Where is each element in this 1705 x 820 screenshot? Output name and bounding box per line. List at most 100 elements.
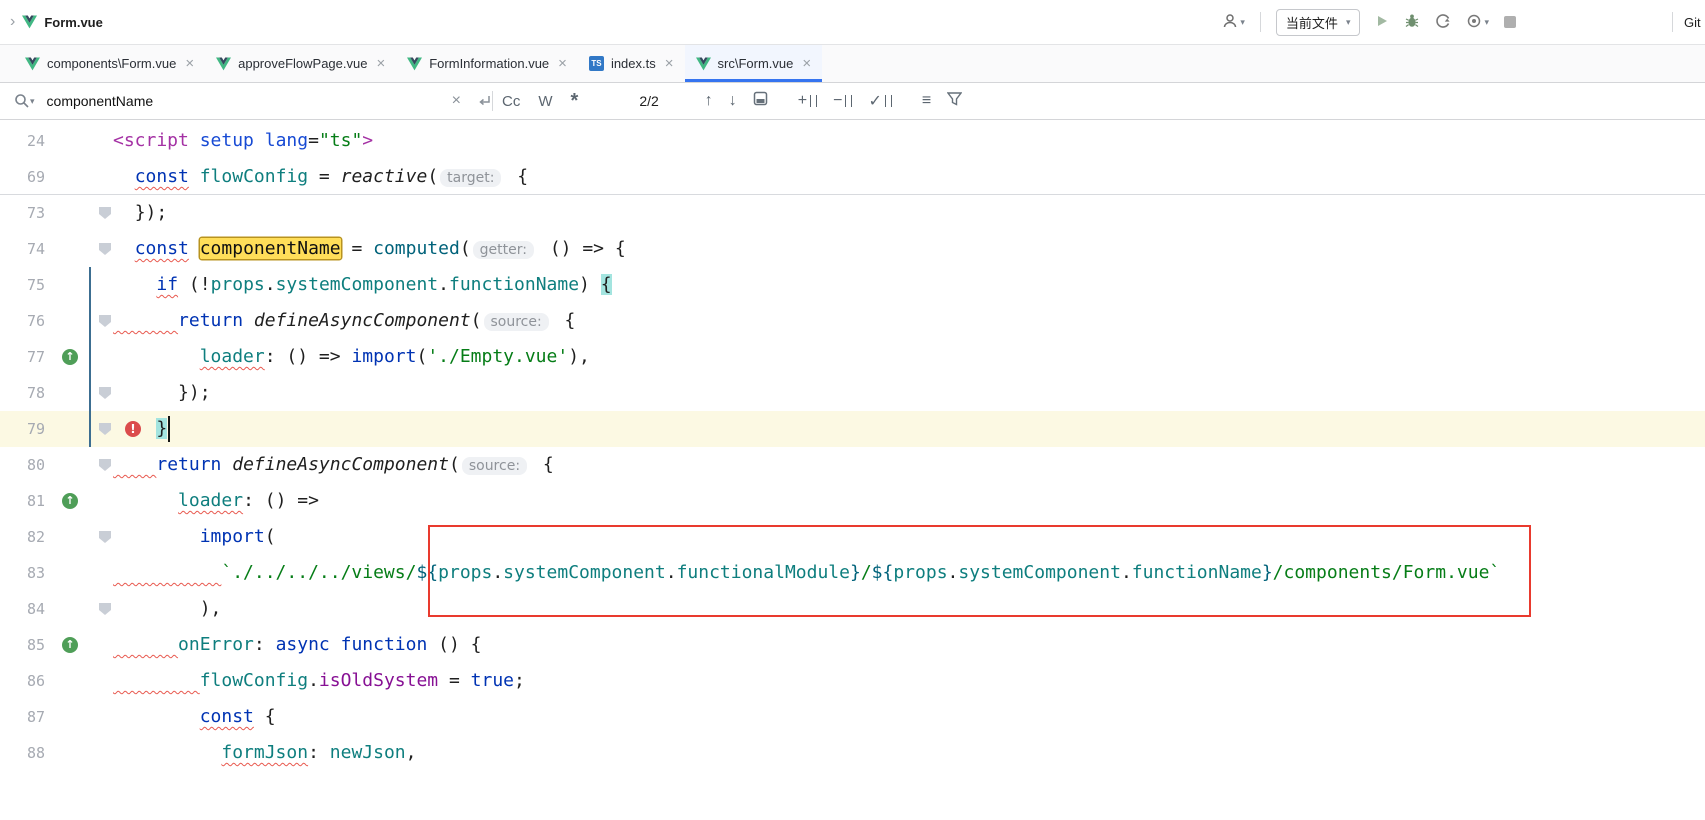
tab-forminformation-vue[interactable]: FormInformation.vue× bbox=[396, 45, 578, 82]
code-line-87[interactable]: 87 const { bbox=[0, 699, 1705, 735]
code-line-78[interactable]: 78 }); bbox=[0, 375, 1705, 411]
fold-marker-icon[interactable] bbox=[99, 423, 111, 435]
newline-icon[interactable] bbox=[477, 94, 492, 108]
line-number: 81 bbox=[0, 483, 45, 519]
inlay-hint: source: bbox=[484, 313, 549, 331]
code-line-82[interactable]: 82 import( bbox=[0, 519, 1705, 555]
title-bar: › Form.vue ▾ 当前文件 ▾ bbox=[0, 0, 1705, 45]
funnel-icon bbox=[947, 92, 962, 111]
git-widget[interactable]: Git bbox=[1684, 0, 1701, 45]
line-number: 73 bbox=[0, 195, 45, 231]
code-line-24[interactable]: 24<script setup lang="ts"> bbox=[0, 123, 1705, 159]
code-line-69[interactable]: 69 const flowConfig = reactive(target: { bbox=[0, 159, 1705, 195]
whole-words-toggle[interactable]: W bbox=[538, 93, 552, 110]
run-button[interactable] bbox=[1375, 14, 1389, 31]
code-line-77[interactable]: 77↑ loader: () => import('./Empty.vue'), bbox=[0, 339, 1705, 375]
chevron-down-icon: ▾ bbox=[1240, 17, 1245, 28]
coverage-button[interactable]: ▾ bbox=[1466, 13, 1489, 32]
tab-index-ts[interactable]: TS index.ts × bbox=[578, 45, 685, 82]
fold-marker-icon[interactable] bbox=[99, 459, 111, 471]
next-occurrence-button[interactable]: ↓ bbox=[729, 92, 737, 110]
divider bbox=[1672, 12, 1673, 32]
gutter-navigate-up-icon[interactable]: ↑ bbox=[62, 493, 78, 509]
tab-close-icon[interactable]: × bbox=[558, 56, 567, 71]
code-line-86[interactable]: 86 flowConfig.isOldSystem = true; bbox=[0, 663, 1705, 699]
title-bar-right: ▾ 当前文件 ▾ ▾ bbox=[1222, 9, 1516, 36]
line-number: 75 bbox=[0, 267, 45, 303]
code-line-84[interactable]: 84 ), bbox=[0, 591, 1705, 627]
code-with-me-button[interactable]: ▾ bbox=[1222, 13, 1245, 32]
code-line-80[interactable]: 80 return defineAsyncComponent(source: { bbox=[0, 447, 1705, 483]
line-number: 80 bbox=[0, 447, 45, 483]
add-occurrence-button[interactable]: + bbox=[798, 92, 817, 110]
code-line-73[interactable]: 73 }); bbox=[0, 195, 1705, 231]
fold-marker-icon[interactable] bbox=[99, 603, 111, 615]
fold-marker-icon[interactable] bbox=[99, 243, 111, 255]
gutter-navigate-up-icon[interactable]: ↑ bbox=[62, 349, 78, 365]
tab-label: src\Form.vue bbox=[718, 56, 794, 71]
code-text: loader: () => bbox=[113, 483, 319, 519]
code-line-88[interactable]: 88 formJson: newJson, bbox=[0, 735, 1705, 771]
error-icon[interactable]: ! bbox=[125, 421, 141, 437]
gutter: ↑ bbox=[45, 483, 113, 519]
tab-close-icon[interactable]: × bbox=[185, 56, 194, 71]
fold-marker-icon[interactable] bbox=[99, 387, 111, 399]
remove-occurrence-button[interactable]: − bbox=[833, 92, 852, 110]
debug-button[interactable] bbox=[1404, 13, 1420, 32]
gutter bbox=[45, 123, 113, 159]
search-field[interactable]: ▾ componentName × bbox=[14, 92, 492, 110]
tab-close-icon[interactable]: × bbox=[665, 56, 674, 71]
fold-marker-icon[interactable] bbox=[99, 315, 111, 327]
find-bar: ▾ componentName × Cc W * 2/2 ↑ ↓ + − ✓ ≡ bbox=[0, 83, 1705, 120]
divider bbox=[1260, 12, 1261, 32]
inlay-hint: getter: bbox=[473, 241, 534, 259]
search-input[interactable]: componentName bbox=[47, 93, 154, 109]
editor[interactable]: 24<script setup lang="ts">69 const flowC… bbox=[0, 120, 1705, 820]
code-text: `./../../../views/${props.systemComponen… bbox=[113, 555, 1500, 591]
line-number: 76 bbox=[0, 303, 45, 339]
code-line-81[interactable]: 81 ↑ loader: () => bbox=[0, 483, 1705, 519]
line-number: 84 bbox=[0, 591, 45, 627]
code-line-79[interactable]: 79! } bbox=[0, 411, 1705, 447]
stop-icon bbox=[1504, 16, 1516, 28]
regex-toggle[interactable]: * bbox=[571, 96, 579, 106]
code-line-74[interactable]: 74 const componentName = computed(getter… bbox=[0, 231, 1705, 267]
line-number: 88 bbox=[0, 735, 45, 771]
tab-close-icon[interactable]: × bbox=[376, 56, 385, 71]
code-text: formJson: newJson, bbox=[113, 735, 416, 771]
line-number: 77 bbox=[0, 339, 45, 375]
profiler-button[interactable] bbox=[1435, 13, 1451, 32]
gutter bbox=[45, 591, 113, 627]
lines-icon: ≡ bbox=[922, 92, 931, 110]
line-number: 86 bbox=[0, 663, 45, 699]
typescript-file-icon: TS bbox=[589, 56, 604, 71]
match-case-toggle[interactable]: Cc bbox=[502, 93, 520, 110]
code-line-76[interactable]: 76 return defineAsyncComponent(source: { bbox=[0, 303, 1705, 339]
code-line-83[interactable]: 83 `./../../../views/${props.systemCompo… bbox=[0, 555, 1705, 591]
code-line-75[interactable]: 75 if (!props.systemComponent.functionNa… bbox=[0, 267, 1705, 303]
text-cursor bbox=[168, 416, 170, 442]
filter-lines-button[interactable]: ≡ bbox=[922, 92, 931, 110]
code-text: const flowConfig = reactive(target: { bbox=[113, 159, 528, 194]
fold-marker-icon[interactable] bbox=[99, 207, 111, 219]
tab-label: index.ts bbox=[611, 56, 656, 71]
run-config-select[interactable]: 当前文件 ▾ bbox=[1276, 9, 1361, 36]
tab-components-form-vue[interactable]: components\Form.vue× bbox=[14, 45, 205, 82]
previous-occurrence-button[interactable]: ↑ bbox=[705, 92, 713, 110]
code-line-85[interactable]: 85↑ onError: async function () { bbox=[0, 627, 1705, 663]
ide-window: › Form.vue ▾ 当前文件 ▾ bbox=[0, 0, 1705, 820]
tab-close-icon[interactable]: × bbox=[802, 56, 811, 71]
fold-marker-icon[interactable] bbox=[99, 531, 111, 543]
select-all-occurrences-button[interactable]: ✓ bbox=[868, 91, 891, 111]
gutter-navigate-up-icon[interactable]: ↑ bbox=[62, 637, 78, 653]
tab-approveflowpage-vue[interactable]: approveFlowPage.vue× bbox=[205, 45, 396, 82]
stop-button[interactable] bbox=[1504, 16, 1516, 28]
search-history-chevron-icon[interactable]: ▾ bbox=[30, 96, 35, 107]
gutter: ↑ bbox=[45, 627, 113, 663]
open-in-find-window-button[interactable] bbox=[753, 91, 768, 111]
tab-src-form-vue[interactable]: src\Form.vue × bbox=[685, 45, 823, 82]
filter-search-button[interactable] bbox=[947, 92, 962, 111]
search-icon bbox=[14, 93, 30, 109]
clear-search-icon[interactable]: × bbox=[452, 92, 461, 110]
user-icon bbox=[1222, 13, 1238, 32]
